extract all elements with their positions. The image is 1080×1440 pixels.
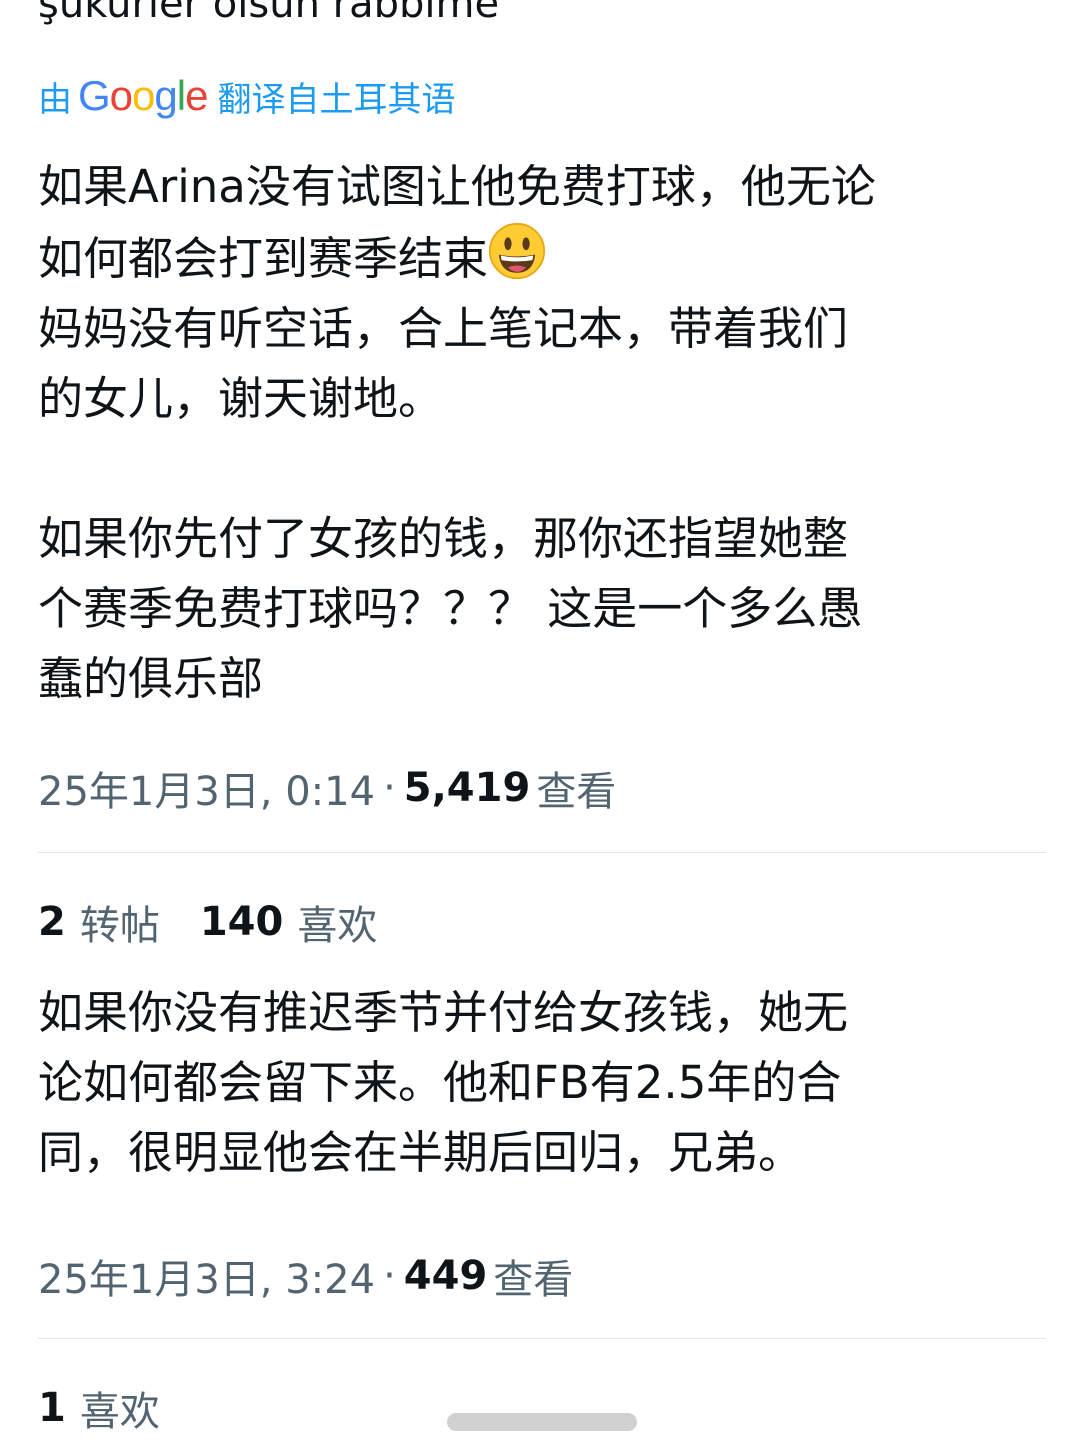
tweet-1-likes-count[interactable]: 140: [200, 899, 284, 945]
tweet-2-views-label: 查看: [493, 1257, 574, 1303]
translation-prefix: 由: [38, 79, 72, 120]
tweet-1-views-count: 5,419: [403, 765, 531, 811]
tweet-2-stats: 1 喜欢: [38, 1378, 200, 1438]
tweet-2-meta: 25年1月3日, 3:24 · 449 查看: [38, 1246, 573, 1306]
google-letter: G: [78, 72, 111, 119]
tweet-1-reposts-label[interactable]: 转帖: [80, 893, 160, 951]
tweet-2-line: 如果你没有推迟季节并付给女孩钱，她无: [38, 986, 849, 1039]
meta-separator: ·: [383, 1253, 396, 1299]
tweet-1-timestamp[interactable]: 25年1月3日, 0:14: [38, 759, 375, 817]
grinning-face-emoji-icon: [488, 222, 546, 280]
tweet-2-timestamp[interactable]: 25年1月3日, 3:24: [38, 1247, 375, 1305]
google-logo: Google: [78, 72, 208, 120]
tweet-2-line: 论如何都会留下来。他和FB有2.5年的合: [38, 1056, 842, 1109]
tweet-1-likes-label[interactable]: 喜欢: [297, 893, 377, 951]
divider: [38, 1338, 1046, 1339]
tweet-2-views-count: 449: [403, 1253, 488, 1299]
tweet-1-line: 如果你先付了女孩的钱，那你还指望她整: [38, 512, 849, 565]
tweet-2-body: 如果你没有推迟季节并付给女孩钱，她无 论如何都会留下来。他和FB有2.5年的合 …: [38, 978, 1048, 1188]
divider: [38, 852, 1046, 853]
tweet-1-line: 个赛季免费打球吗？？？ 这是一个多么愚: [38, 582, 863, 635]
tweet-1-line: 的女儿，谢天谢地。: [38, 372, 444, 425]
tweet-1-meta: 25年1月3日, 0:14 · 5,419 查看: [38, 758, 616, 818]
google-letter: l: [176, 72, 186, 119]
google-letter: g: [154, 72, 177, 119]
translation-attribution[interactable]: 由 Google 翻译自土耳其语: [38, 72, 455, 120]
tweet-2-likes-label[interactable]: 喜欢: [80, 1379, 160, 1437]
google-letter: e: [185, 72, 208, 119]
original-text-snippet: şükürler olsun rabbime: [38, 0, 500, 27]
google-letter: o: [109, 72, 133, 119]
meta-separator: ·: [383, 765, 396, 811]
translation-suffix: 翻译自土耳其语: [217, 79, 456, 120]
tweet-1-line: 如何都会打到赛季结束: [38, 232, 489, 285]
tweet-2-likes-count[interactable]: 1: [38, 1385, 66, 1431]
tweet-1-line: 如果Arina没有试图让他免费打球，他无论: [38, 160, 876, 213]
tweet-2-line: 同，很明显他会在半期后回归，兄弟。: [38, 1126, 804, 1179]
google-letter: o: [132, 72, 155, 119]
tweet-1-line: 妈妈没有听空话，合上笔记本，带着我们: [38, 302, 849, 355]
home-indicator[interactable]: [447, 1413, 637, 1431]
tweet-thread: şükürler olsun rabbime 由 Google 翻译自土耳其语 …: [0, 0, 1080, 1440]
tweet-1-body: 如果Arina没有试图让他免费打球，他无论 如何都会打到赛季结束 妈妈没有听空话…: [38, 152, 1048, 714]
tweet-1-reposts-count[interactable]: 2: [38, 899, 66, 945]
tweet-1-line: 蠢的俱乐部: [38, 652, 264, 705]
tweet-1-views-label: 查看: [536, 769, 617, 815]
tweet-1-stats: 2 转帖 140 喜欢: [38, 892, 417, 952]
